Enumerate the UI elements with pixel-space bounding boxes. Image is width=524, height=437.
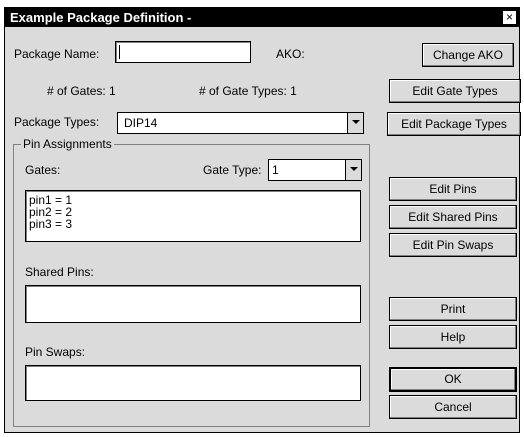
gates-listbox[interactable]: pin1 = 1 pin2 = 2 pin3 = 3: [25, 190, 361, 242]
package-name-input[interactable]: [115, 41, 251, 63]
pin-swaps-label: Pin Swaps:: [25, 345, 86, 359]
edit-pins-button[interactable]: Edit Pins: [389, 177, 517, 201]
window-title: Example Package Definition -: [10, 10, 192, 25]
pin-swaps-listbox[interactable]: [25, 365, 361, 401]
cancel-button[interactable]: Cancel: [389, 395, 517, 419]
package-types-value: DIP14: [124, 116, 158, 130]
package-definition-dialog: Example Package Definition - × Package N…: [4, 7, 521, 433]
edit-shared-pins-button[interactable]: Edit Shared Pins: [389, 205, 517, 229]
ok-button[interactable]: OK: [389, 367, 517, 392]
title-bar[interactable]: Example Package Definition - ×: [5, 8, 519, 27]
list-item[interactable]: pin1 = 1: [26, 194, 360, 206]
chevron-down-icon[interactable]: [347, 113, 363, 133]
package-types-label: Package Types:: [14, 115, 100, 129]
chevron-down-icon[interactable]: [345, 160, 361, 180]
shared-pins-label: Shared Pins:: [25, 265, 94, 279]
package-types-select[interactable]: DIP14: [117, 112, 364, 134]
gate-type-value: 1: [272, 163, 279, 177]
edit-gate-types-button[interactable]: Edit Gate Types: [389, 79, 521, 103]
gates-count: # of Gates: 1: [47, 84, 116, 98]
close-icon[interactable]: ×: [503, 11, 516, 24]
ako-label: AKO:: [276, 47, 305, 61]
print-button[interactable]: Print: [389, 297, 517, 321]
help-button[interactable]: Help: [389, 325, 517, 349]
text-cursor: [119, 45, 120, 59]
gate-type-select[interactable]: 1: [268, 159, 362, 181]
change-ako-button[interactable]: Change AKO: [422, 43, 514, 67]
list-item[interactable]: pin3 = 3: [26, 218, 360, 230]
gate-types-count: # of Gate Types: 1: [199, 84, 297, 98]
list-item[interactable]: pin2 = 2: [26, 206, 360, 218]
edit-pin-swaps-button[interactable]: Edit Pin Swaps: [389, 233, 517, 257]
edit-package-types-button[interactable]: Edit Package Types: [387, 112, 521, 136]
package-name-label: Package Name:: [14, 47, 100, 61]
shared-pins-listbox[interactable]: [25, 285, 361, 323]
gate-type-label: Gate Type:: [203, 163, 262, 177]
gates-label: Gates:: [25, 163, 61, 177]
pin-assignments-title: Pin Assignments: [21, 137, 114, 151]
